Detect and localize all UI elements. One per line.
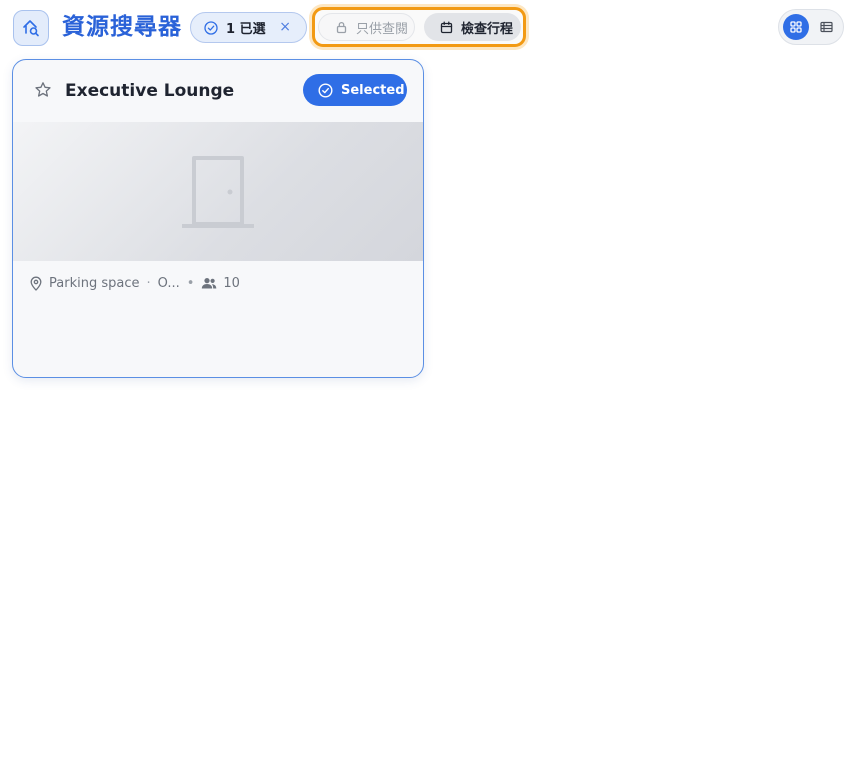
selected-badge-label: Selected: [341, 82, 405, 98]
card-meta: Parking space · O... • 10: [29, 273, 240, 293]
selection-count-chip[interactable]: 1 已選 ×: [190, 12, 307, 43]
meta-separator: ·: [146, 275, 151, 291]
door-icon: [182, 155, 254, 228]
map-pin-icon: [30, 276, 42, 291]
card-title: Executive Lounge: [65, 81, 235, 101]
resource-card[interactable]: Executive Lounge Selected Parking space …: [12, 59, 424, 378]
location-extra-text: O...: [157, 275, 180, 291]
lock-icon: [336, 21, 347, 33]
mode-toggle-group: 只供查閱 檢查行程: [312, 7, 526, 47]
view-toggle: [778, 9, 844, 45]
readonly-mode-label: 只供查閱: [356, 21, 409, 37]
card-image-placeholder: [13, 122, 423, 261]
check-schedule-label: 檢查行程: [461, 21, 514, 37]
check-circle-icon: [204, 20, 218, 35]
card-header: Executive Lounge Selected: [13, 60, 423, 122]
calendar-icon: [440, 21, 453, 33]
meta-separator: •: [186, 275, 195, 291]
app-header: 資源搜尋器 1 已選 × 只供查閱 檢查行程: [0, 0, 856, 56]
check-schedule-button[interactable]: 檢查行程: [424, 13, 521, 41]
star-outline-icon[interactable]: [34, 81, 52, 99]
search-resource-icon[interactable]: [13, 10, 49, 46]
clear-selection-button[interactable]: ×: [279, 19, 291, 36]
selection-count-label: 1 已選: [226, 22, 266, 37]
grid-view-icon: [790, 21, 802, 33]
app-title: 資源搜尋器: [62, 14, 182, 40]
grid-view-button[interactable]: [783, 14, 809, 40]
location-text: Parking space: [49, 275, 140, 291]
selected-badge[interactable]: Selected: [303, 74, 407, 106]
list-view-button[interactable]: [813, 14, 839, 40]
users-icon: [202, 277, 217, 288]
readonly-mode-button[interactable]: 只供查閱: [318, 13, 415, 41]
list-view-icon: [819, 21, 833, 33]
capacity-text: 10: [223, 275, 240, 291]
check-circle-icon: [318, 82, 333, 98]
